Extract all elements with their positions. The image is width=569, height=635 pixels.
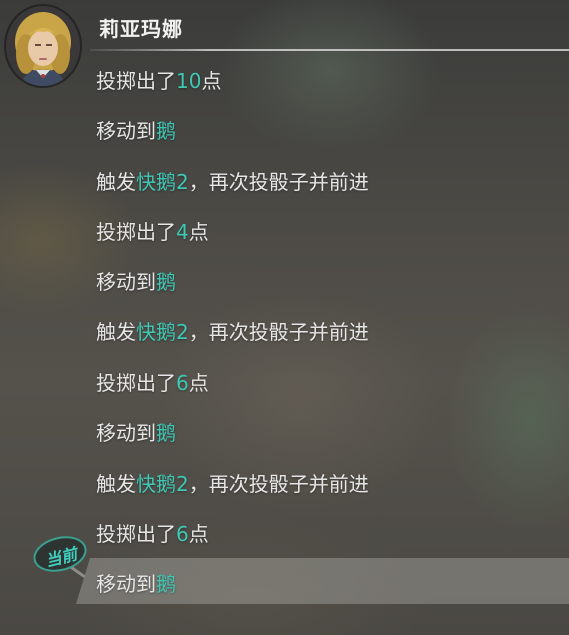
log-suffix: ，再次投骰子并前进	[188, 320, 369, 344]
log-entry-move: 移动到鹅	[96, 270, 176, 294]
log-text: 触发	[96, 170, 136, 194]
log-text: 投掷出了	[96, 69, 176, 93]
log-suffix: 点	[188, 371, 209, 395]
name-divider	[90, 49, 569, 51]
log-entry-trigger: 触发快鹅2，再次投骰子并前进	[96, 170, 369, 194]
log-entry-roll: 投掷出了6点	[96, 522, 209, 546]
log-text: 移动到	[96, 270, 156, 294]
log-entry-move-current: 移动到鹅	[96, 572, 176, 596]
move-location: 鹅	[156, 270, 176, 294]
log-entry-move: 移动到鹅	[96, 119, 176, 143]
trigger-event: 快鹅2	[136, 170, 189, 194]
move-location: 鹅	[156, 572, 176, 596]
log-text: 移动到	[96, 119, 156, 143]
log-entry-trigger: 触发快鹅2，再次投骰子并前进	[96, 320, 369, 344]
move-location: 鹅	[156, 119, 176, 143]
log-text: 投掷出了	[96, 371, 176, 395]
current-badge: 当前	[29, 530, 91, 578]
log-suffix: 点	[188, 220, 209, 244]
character-portrait-icon	[6, 6, 80, 86]
move-location: 鹅	[156, 421, 176, 445]
trigger-event: 快鹅2	[136, 320, 189, 344]
log-text: 触发	[96, 472, 136, 496]
log-suffix: ，再次投骰子并前进	[188, 472, 369, 496]
log-entry-roll: 投掷出了10点	[96, 69, 221, 93]
roll-value: 10	[176, 69, 202, 93]
log-text: 投掷出了	[96, 220, 176, 244]
log-entry-trigger: 触发快鹅2，再次投骰子并前进	[96, 472, 369, 496]
roll-value: 6	[176, 522, 189, 546]
log-entry-roll: 投掷出了6点	[96, 371, 209, 395]
log-text: 移动到	[96, 421, 156, 445]
player-avatar[interactable]	[6, 6, 80, 86]
trigger-event: 快鹅2	[136, 472, 189, 496]
log-entry-roll: 投掷出了4点	[96, 220, 209, 244]
roll-value: 4	[176, 220, 189, 244]
roll-value: 6	[176, 371, 189, 395]
log-text: 移动到	[96, 572, 156, 596]
player-name: 莉亚玛娜	[99, 17, 183, 41]
log-text: 投掷出了	[96, 522, 176, 546]
log-suffix: 点	[188, 522, 209, 546]
log-suffix: ，再次投骰子并前进	[188, 170, 369, 194]
log-suffix: 点	[201, 69, 222, 93]
log-text: 触发	[96, 320, 136, 344]
log-entry-move: 移动到鹅	[96, 421, 176, 445]
